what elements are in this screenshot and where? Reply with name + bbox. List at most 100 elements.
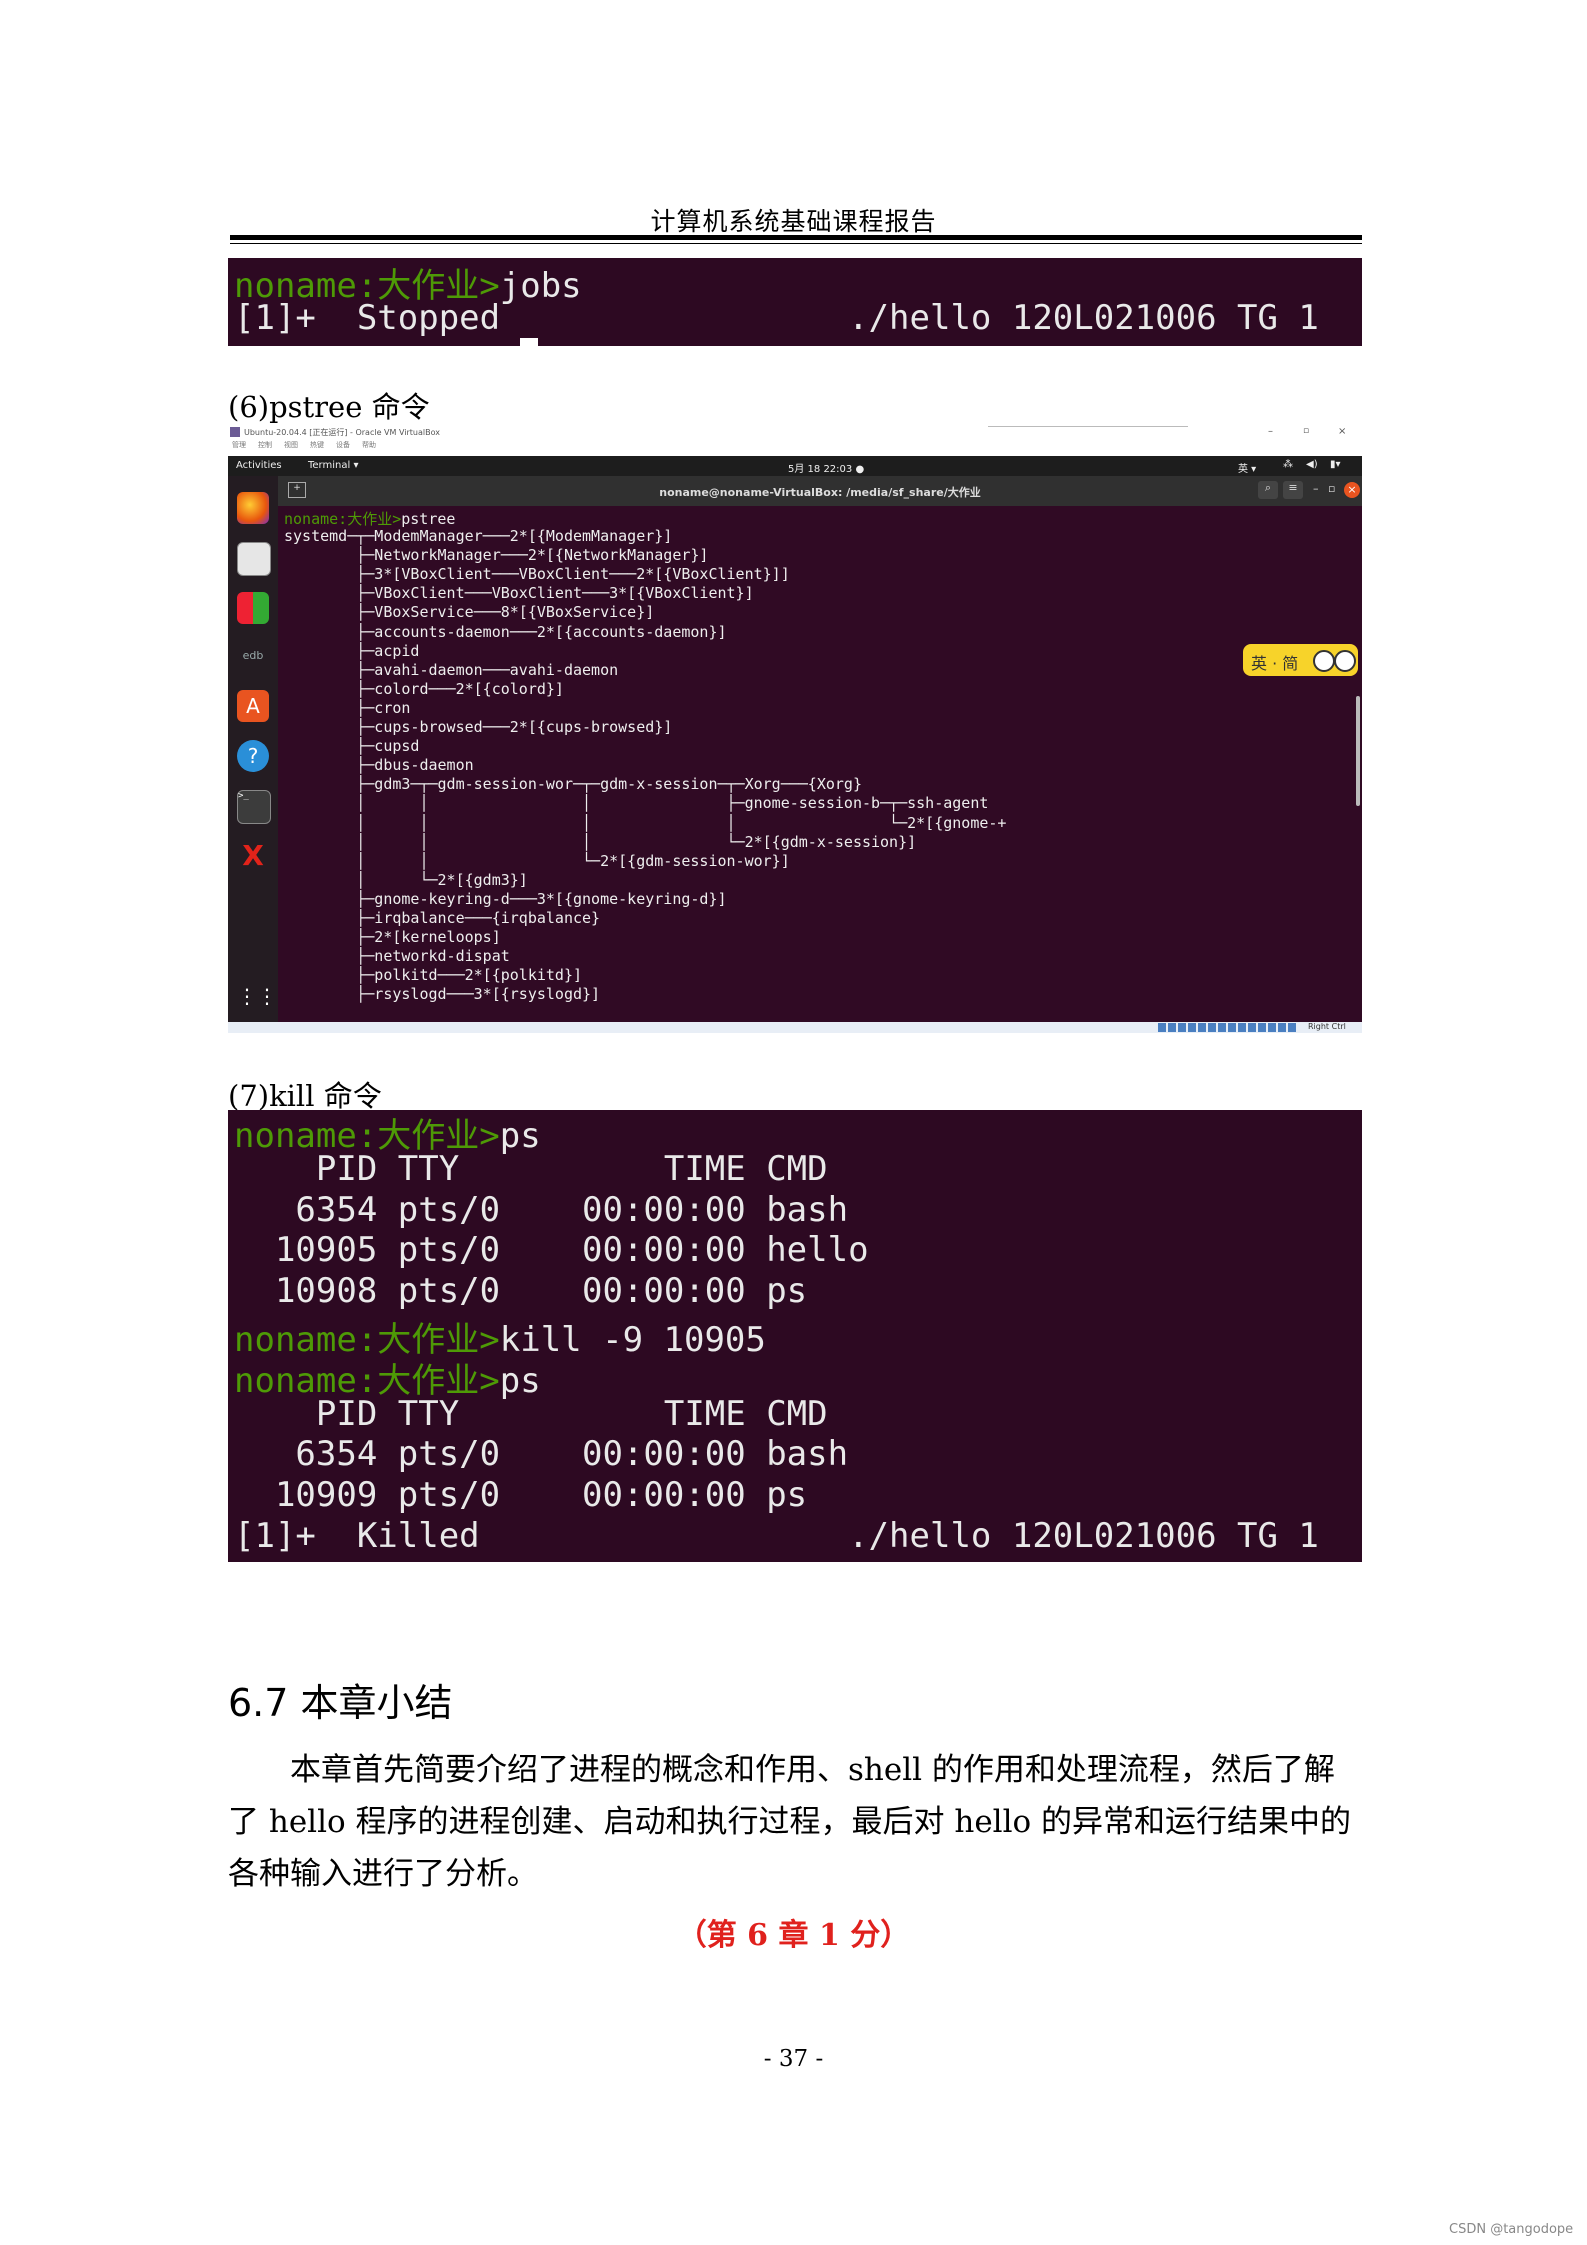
show-applications-icon[interactable]: ⋮⋮ [237, 980, 277, 1012]
terminal-cursor [520, 338, 538, 346]
header-rule-thin [230, 243, 1362, 244]
terminal-text: 10905 pts/0 00:00:00 hello [234, 1230, 869, 1271]
chapter-score: （第 6 章 1 分） [676, 1918, 911, 1953]
terminal-scrollbar[interactable] [1356, 696, 1360, 806]
summary-paragraph-line: 本章首先简要介绍了进程的概念和作用、shell 的作用和处理流程，然后了解 [290, 1752, 1335, 1788]
host-key-label: Right Ctrl [1308, 1022, 1346, 1031]
terminal-text: PID TTY TIME CMD [234, 1393, 828, 1434]
pstree-line: systemd─┬─ModemManager───2*[{ModemManage… [284, 527, 673, 545]
status-icons [1158, 1023, 1298, 1032]
pstree-line: ├─irqbalance───{irqbalance} [284, 909, 601, 927]
pstree-line: ├─colord───2*[{colord}] [284, 679, 564, 698]
terminal-app-menu[interactable]: Terminal ▾ [308, 460, 358, 471]
pstree-line: ├─rsyslogd───3*[{rsyslogd}] [284, 985, 601, 1004]
power-icon[interactable]: ▮▾ [1330, 459, 1341, 470]
activities-button[interactable]: Activities [236, 460, 282, 471]
libreoffice-icon[interactable] [237, 592, 269, 624]
pstree-caption: (6)pstree 命令 [228, 390, 430, 424]
menu-item[interactable]: 热键 [310, 440, 324, 450]
pstree-line: ├─cups-browsed───2*[{cups-browsed}] [284, 718, 673, 736]
menu-item[interactable]: 帮助 [362, 440, 376, 450]
pstree-line: │ └─2*[{gdm3}] [284, 870, 528, 889]
terminal-text: 10908 pts/0 00:00:00 ps [234, 1271, 808, 1312]
ubuntu-top-bar: Activities Terminal ▾ 5月 18 22:03 ● 英 ▾ … [228, 456, 1362, 476]
maximize-icon[interactable]: ▫ [1303, 426, 1309, 436]
input-method-menu[interactable]: 英 ▾ [1238, 460, 1256, 475]
ime-eye-icon [1334, 650, 1356, 672]
pstree-line: │ │ │ ├─gnome-session-b─┬─ssh-agent [284, 794, 989, 813]
terminal-icon[interactable]: >_ [237, 790, 271, 824]
volume-icon[interactable]: ◀) [1306, 459, 1318, 470]
jobs-terminal-screenshot: noname:大作业>jobs [1]+ Stopped ./hello 120… [228, 258, 1362, 346]
pstree-line: ├─polkitd───2*[{polkitd}] [284, 966, 583, 985]
pstree-line: ├─VBoxService───8*[{VBoxService}] [284, 603, 655, 622]
kill-caption: (7)kill 命令 [228, 1079, 382, 1113]
terminal-line: PID TTY TIME CMD [234, 1394, 828, 1434]
menu-item[interactable]: 设备 [336, 440, 350, 450]
menu-item[interactable]: 管理 [232, 440, 246, 450]
close-icon[interactable]: × [1338, 426, 1346, 437]
vm-titlebar: Ubuntu-20.04.4 [正在运行] - Oracle VM Virtua… [228, 426, 1362, 440]
terminal-text: [1]+ Killed ./hello 120L021006 TG 1 [234, 1516, 1319, 1556]
pstree-line: ├─avahi-daemon───avahi-daemon [284, 660, 619, 679]
terminal-text: 10909 pts/0 00:00:00 ps [234, 1475, 808, 1516]
watermark: CSDN @tangodope [1449, 2222, 1574, 2237]
report-header-title: 计算机系统基础课程报告 [650, 207, 937, 236]
pstree-line: ├─2*[kerneloops] [284, 928, 501, 947]
terminal-line: 10909 pts/0 00:00:00 ps [234, 1475, 807, 1515]
pstree-line: ├─dbus-daemon [284, 756, 474, 775]
minimize-icon[interactable]: – [1268, 426, 1273, 437]
terminal-line: 10908 pts/0 00:00:00 ps [234, 1271, 807, 1311]
terminal-line: 6354 pts/0 00:00:00 bash [234, 1190, 848, 1230]
virtualbox-screenshot: Ubuntu-20.04.4 [正在运行] - Oracle VM Virtua… [228, 426, 1362, 1033]
firefox-icon[interactable] [237, 492, 269, 524]
clock[interactable]: 5月 18 22:03 ● [788, 460, 864, 475]
page-number: - 37 - [763, 2046, 824, 2072]
terminal-output: [1]+ Stopped ./hello 120L021006 TG 1 [234, 298, 1319, 338]
terminal-text: 6354 pts/0 00:00:00 bash [234, 1434, 849, 1475]
pstree-line: ├─cron [284, 698, 411, 717]
pstree-line: ├─VBoxClient───VBoxClient───3*[{VBoxClie… [284, 584, 754, 603]
summary-paragraph-line: 了 hello 程序的进程创建、启动和执行过程，最后对 hello 的异常和运行… [228, 1804, 1352, 1840]
ime-eye-icon [1313, 650, 1335, 672]
section-title: 6.7 本章小结 [228, 1681, 453, 1725]
pstree-line: │ │ └─2*[{gdm-session-wor}] [284, 851, 790, 870]
terminal-line: PID TTY TIME CMD [234, 1149, 828, 1189]
terminal-line: 6354 pts/0 00:00:00 bash [234, 1434, 848, 1474]
help-icon[interactable]: ? [237, 740, 269, 772]
pstree-line: ├─3*[VBoxClient───VBoxClient───2*[{VBoxC… [284, 565, 790, 584]
ime-toolbar[interactable]: 英 · 简 [1243, 644, 1358, 676]
pstree-line: ├─NetworkManager───2*[{NetworkManager}] [284, 546, 709, 565]
menu-item[interactable]: 控制 [258, 440, 272, 450]
kill-terminal-screenshot: noname:大作业>ps PID TTY TIME CMD 6354 pts/… [228, 1110, 1362, 1562]
summary-paragraph-line: 各种输入进行了分析。 [228, 1856, 538, 1892]
pstree-line: ├─acpid [284, 641, 420, 660]
pstree-line: ├─gdm3─┬─gdm-session-wor─┬─gdm-x-session… [284, 775, 862, 794]
ubuntu-dock: edb A ? >_ X ⋮⋮ [228, 476, 278, 1022]
pstree-line: ├─gnome-keyring-d───3*[{gnome-keyring-d}… [284, 889, 727, 908]
terminal-prompt: noname:大作业> [284, 510, 402, 528]
hamburger-menu-icon[interactable]: ≡ [1283, 481, 1303, 499]
terminal-line: [1]+ Killed ./hello 120L021006 TG 1 [234, 1516, 1319, 1556]
network-icon[interactable]: ⁂ [1283, 459, 1293, 470]
terminal-window-body[interactable]: noname:大作业>pstree systemd─┬─ModemManager… [278, 506, 1362, 1022]
close-icon[interactable]: × [1344, 482, 1360, 498]
minimize-icon[interactable]: – [1313, 482, 1319, 495]
pstree-line: ├─cupsd [284, 737, 420, 756]
terminal-command: pstree [401, 510, 456, 528]
terminal-text: 6354 pts/0 00:00:00 bash [234, 1189, 849, 1230]
software-center-icon[interactable]: A [237, 690, 269, 722]
edb-debugger-icon[interactable]: edb [237, 640, 269, 672]
pstree-line: ├─accounts-daemon───2*[{accounts-daemon}… [284, 622, 727, 641]
menu-item[interactable]: 视图 [284, 440, 298, 450]
header-rule-thick [230, 235, 1362, 240]
search-icon[interactable]: ⌕ [1258, 481, 1278, 499]
pstree-line: ├─networkd-dispat [284, 947, 510, 966]
vm-status-bar: Right Ctrl [228, 1022, 1362, 1033]
ime-label: 英 · 简 [1251, 654, 1299, 673]
maximize-icon[interactable]: ▫ [1328, 482, 1335, 495]
files-icon[interactable] [237, 542, 271, 576]
xmind-icon[interactable]: X [237, 840, 269, 872]
terminal-line: 10905 pts/0 00:00:00 hello [234, 1230, 869, 1270]
virtualbox-icon [230, 427, 240, 437]
